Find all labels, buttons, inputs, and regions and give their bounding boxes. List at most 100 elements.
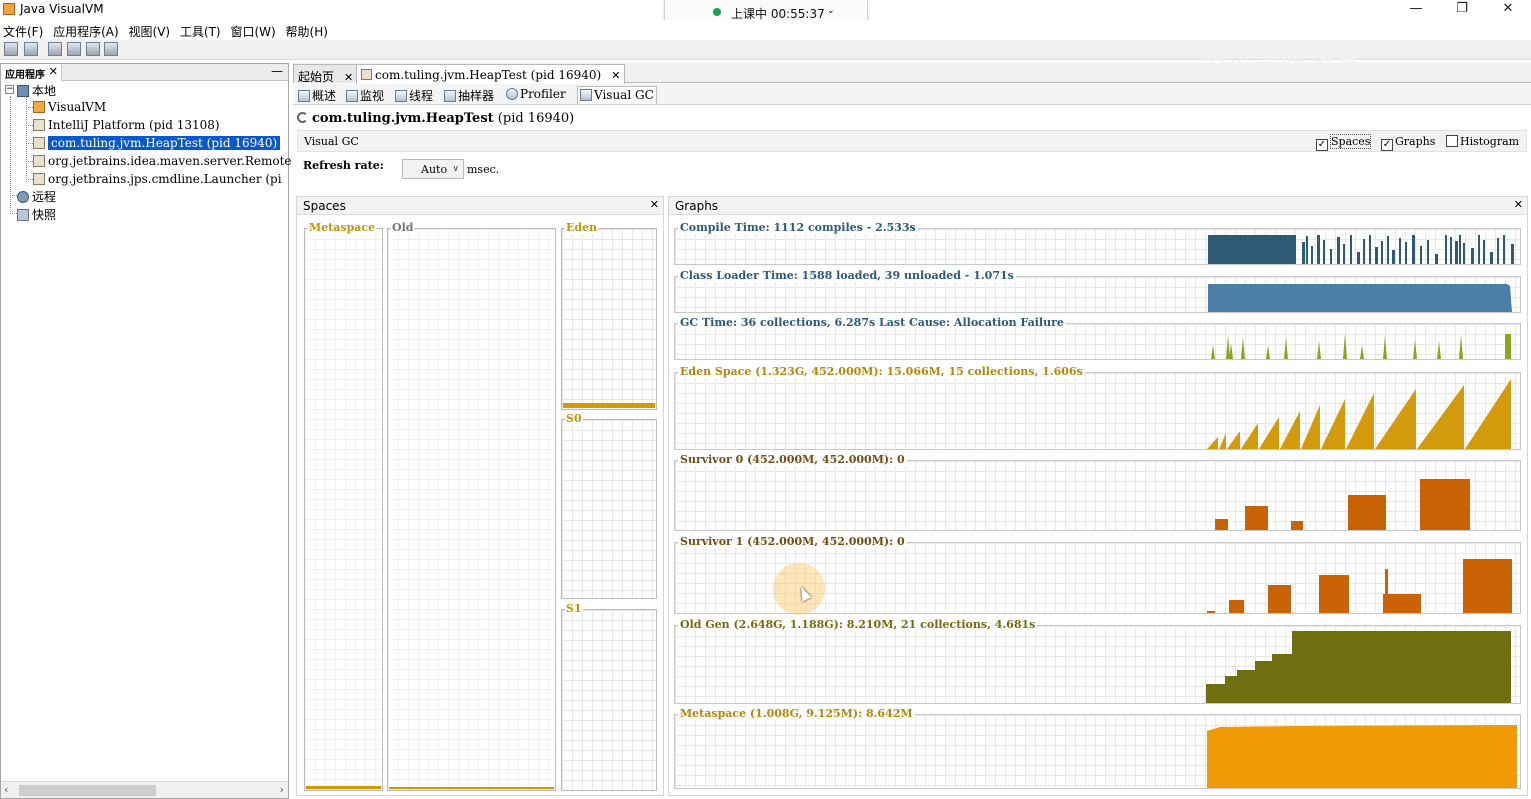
tree-node-heaptest[interactable]: com.tuling.jvm.HeapTest (pid 16940) <box>33 136 281 153</box>
classloader-time-graph: Class Loader Time: 1588 loaded, 39 unloa… <box>674 269 1521 313</box>
gc-spike <box>1413 339 1417 359</box>
close-icon[interactable]: ✕ <box>1514 198 1523 211</box>
close-icon[interactable]: ✕ <box>650 198 659 211</box>
java-process-icon <box>33 155 45 167</box>
old-space: Old <box>387 221 556 791</box>
gc-bar <box>1505 334 1511 359</box>
compile-bar <box>1302 242 1305 264</box>
survivor1-label: Survivor 1 (452.000M, 452.000M): 0 <box>678 535 907 548</box>
gc-spike <box>1229 343 1233 359</box>
add-jmx-connection-icon[interactable] <box>48 42 62 56</box>
graphs-checkbox[interactable]: ✓ Graphs <box>1381 135 1435 151</box>
tree-node-jps-launcher[interactable]: org.jetbrains.jps.cmdline.Launcher (pi <box>33 172 282 189</box>
compile-bar <box>1511 244 1514 264</box>
compile-bar <box>1357 252 1360 264</box>
tree-node-remote[interactable]: 远程 <box>17 188 56 205</box>
scrollbar-thumb[interactable] <box>19 785 156 796</box>
menu-window[interactable]: 窗口(W) <box>228 20 277 40</box>
tab-profiler[interactable]: Profiler <box>504 86 568 104</box>
survivor0-block <box>1420 479 1470 530</box>
compile-bar <box>1208 235 1296 264</box>
metaspace-space: Metaspace <box>304 221 383 791</box>
tab-visual-gc[interactable]: Visual GC <box>577 86 657 104</box>
heap-dump-icon[interactable] <box>86 42 100 56</box>
compile-bar <box>1420 246 1422 264</box>
tree-node-visualvm[interactable]: VisualVM <box>33 100 106 117</box>
open-file-icon[interactable] <box>4 42 18 56</box>
menu-tools[interactable]: 工具(T) <box>178 20 223 40</box>
refresh-rate-select[interactable]: Auto ∨ <box>402 159 464 179</box>
survivor1-block <box>1229 600 1244 613</box>
compile-bar <box>1317 235 1320 264</box>
menu-applications[interactable]: 应用程序(A) <box>51 20 121 40</box>
process-title: com.tuling.jvm.HeapTest (pid 16940) <box>297 111 574 126</box>
gc-spike <box>1266 345 1270 359</box>
spaces-panel-title: Spaces <box>303 199 346 213</box>
remote-host-icon <box>17 191 29 203</box>
survivor1-block <box>1207 611 1215 613</box>
eden-space: Eden <box>561 221 657 410</box>
old-gen-label: Old Gen (2.648G, 1.188G): 8.210M, 21 col… <box>678 618 1038 631</box>
survivor0-label: Survivor 0 (452.000M, 452.000M): 0 <box>678 453 907 466</box>
tree-node-intellij[interactable]: IntelliJ Platform (pid 13108) <box>33 118 220 135</box>
compile-bar <box>1381 241 1383 264</box>
gc-spike <box>1383 335 1387 359</box>
tree-node-maven-server[interactable]: org.jetbrains.idea.maven.server.Remote <box>33 154 292 171</box>
compile-bar <box>1445 235 1447 264</box>
menu-file[interactable]: 文件(F) <box>1 20 45 40</box>
close-button[interactable]: ✕ <box>1485 0 1531 20</box>
menu-view[interactable]: 视图(V) <box>127 20 173 40</box>
compile-bar <box>1387 236 1389 264</box>
compile-bar <box>1478 235 1480 264</box>
maximize-button[interactable]: ❐ <box>1439 0 1485 20</box>
minimize-panel-icon[interactable]: — <box>271 64 283 78</box>
compile-bar <box>1350 235 1352 264</box>
tab-heaptest[interactable]: com.tuling.jvm.HeapTest (pid 16940) ✕ <box>356 64 626 84</box>
collapse-icon[interactable]: − <box>5 85 14 94</box>
metaspace-fill <box>306 786 381 789</box>
close-icon[interactable]: ✕ <box>611 69 620 82</box>
spaces-checkbox[interactable]: ✓ Spaces <box>1316 134 1372 151</box>
chevron-down-icon: ∨ <box>452 164 459 174</box>
compile-bar <box>1503 235 1505 264</box>
menu-help[interactable]: 帮助(H) <box>284 20 330 40</box>
compile-bar <box>1306 236 1308 264</box>
survivor1-block <box>1319 575 1349 613</box>
graphs-panel: Graphs ✕ Compile Time: 1112 compiles - 2… <box>668 196 1528 796</box>
eden-sawtooth <box>1207 437 1218 449</box>
tab-overview[interactable]: 概述 <box>296 86 338 104</box>
tab-sampler[interactable]: 抽样器 <box>442 86 496 104</box>
eden-sawtooth <box>1321 399 1345 449</box>
refresh-rate-label: Refresh rate: <box>303 159 384 172</box>
save-icon[interactable] <box>24 42 38 56</box>
close-icon[interactable]: ✕ <box>344 71 353 84</box>
close-icon[interactable]: ✕ <box>49 65 58 78</box>
compile-bar <box>1375 247 1378 264</box>
scroll-left-icon[interactable]: ‹ <box>4 783 8 796</box>
tree-guide <box>10 96 11 214</box>
thread-dump-icon[interactable] <box>104 42 118 56</box>
visual-gc-header: Visual GC ✓ Spaces ✓ Graphs Histogram <box>297 130 1527 152</box>
compile-bar <box>1392 250 1395 264</box>
horizontal-scrollbar[interactable]: ‹ › <box>1 781 288 798</box>
eden-space-graph: Eden Space (1.323G, 452.000M): 15.066M, … <box>674 365 1521 450</box>
compile-bar <box>1455 241 1458 264</box>
metaspace-graph: Metaspace (1.008G, 9.125M): 8.642M <box>674 707 1521 789</box>
minimize-button[interactable]: — <box>1393 0 1439 20</box>
checkbox-checked-icon: ✓ <box>1381 139 1393 151</box>
tab-monitor[interactable]: 监视 <box>344 86 386 104</box>
tree-guide <box>10 195 17 196</box>
tab-threads[interactable]: 线程 <box>393 86 435 104</box>
checkbox-unchecked-icon <box>1446 135 1458 147</box>
scroll-right-icon[interactable]: › <box>280 783 284 796</box>
add-remote-host-icon[interactable] <box>67 42 81 56</box>
compile-bar <box>1483 240 1485 264</box>
eden-fill <box>563 403 655 408</box>
histogram-checkbox[interactable]: Histogram <box>1446 135 1519 148</box>
tree-node-snapshots[interactable]: 快照 <box>17 206 56 223</box>
tab-start-page[interactable]: 起始页 ✕ <box>293 64 359 84</box>
window-title: Java VisualVM <box>20 2 104 16</box>
applications-tab[interactable]: 应用程序 ✕ <box>1 64 62 81</box>
tree-node-local[interactable]: 本地 <box>17 82 56 99</box>
visualvm-app-icon <box>3 3 15 15</box>
